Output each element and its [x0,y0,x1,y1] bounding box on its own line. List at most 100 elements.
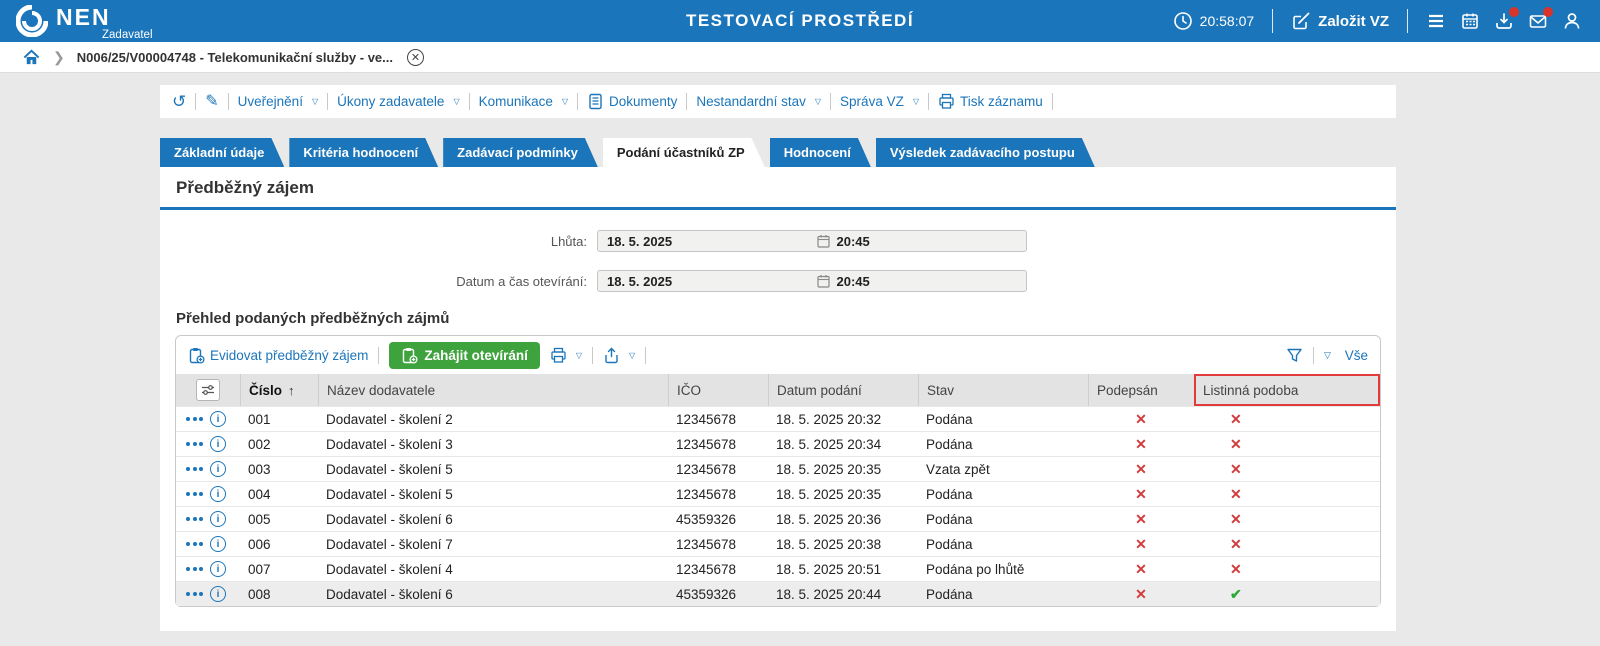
home-icon[interactable] [22,48,41,67]
cell-nazev-dodavatele: Dodavatel - školení 5 [326,461,453,477]
menu-icon[interactable] [1426,11,1446,31]
user-icon[interactable] [1562,11,1582,31]
cell-stav: Podána [926,486,973,502]
tab-vysledek-zadavaciho-postupu[interactable]: Výsledek zadávacího postupu [876,138,1095,167]
tab-kriteria-hodnoceni[interactable]: Kritéria hodnocení [289,138,438,167]
menu-sprava-vz[interactable]: Správa VZ [840,94,919,109]
info-icon[interactable]: i [210,486,226,502]
cell-nazev-dodavatele: Dodavatel - školení 7 [326,536,453,552]
logo-title: NEN [56,3,111,30]
create-vz-button[interactable]: Založit VZ [1291,11,1389,31]
table-row[interactable]: i 001 Dodavatel - školení 2 12345678 18.… [176,406,1380,431]
mail-badge [1543,7,1553,17]
column-header-stav[interactable]: Stav [918,374,1088,406]
info-icon[interactable]: i [210,561,226,577]
column-header-ico[interactable]: IČO [668,374,768,406]
refresh-icon[interactable]: ↺ [172,93,186,110]
menu-nestandardni-stav[interactable]: Nestandardní stav [696,94,821,109]
row-menu-icon[interactable] [186,467,203,471]
cell-ico: 12345678 [676,486,737,502]
otevirani-field[interactable]: 18. 5. 2025 20:45 [597,270,1027,292]
tab-content-panel: Předběžný zájem Lhůta: 18. 5. 2025 20:45… [160,167,1396,631]
cell-podepsan: ✕ [1135,510,1147,527]
create-vz-label: Založit VZ [1318,12,1389,30]
menu-uverejneni[interactable]: Uveřejnění [238,94,318,109]
table-panel: Evidovat předběžný zájem Zahájit otevírá… [175,335,1381,607]
cell-ico: 12345678 [676,436,737,452]
menu-ukony-zadavatele[interactable]: Úkony zadavatele [337,94,459,109]
edit-icon[interactable]: ✎ [205,93,218,110]
row-menu-icon[interactable] [186,517,203,521]
mail-icon[interactable] [1528,7,1553,31]
tab-zadavaci-podminky[interactable]: Zadávací podmínky [443,138,598,167]
cell-listinna-podoba: ✕ [1230,460,1242,477]
column-header-podepsan[interactable]: Podepsán [1088,374,1194,406]
row-menu-icon[interactable] [186,417,203,421]
column-header-cislo[interactable]: Číslo ↑ [240,374,318,406]
table-body: i 001 Dodavatel - školení 2 12345678 18.… [176,406,1380,606]
close-icon[interactable]: ✕ [407,48,424,66]
tab-podani-ucastniku-zp[interactable]: Podání účastníků ZP [603,138,765,167]
filter-all-select[interactable]: ▽ Vše [1324,348,1368,363]
cell-ico: 45359326 [676,511,737,527]
row-menu-icon[interactable] [186,542,203,546]
table-row[interactable]: i 004 Dodavatel - školení 5 12345678 18.… [176,481,1380,506]
cell-listinna-podoba: ✕ [1230,410,1242,427]
table-row[interactable]: i 008 Dodavatel - školení 6 45359326 18.… [176,581,1380,606]
info-icon[interactable]: i [210,436,226,452]
column-header-listinna-podoba[interactable]: Listinná podoba [1194,374,1380,406]
cell-stav: Podána [926,436,973,452]
cell-datum-podani: 18. 5. 2025 20:51 [776,561,882,577]
menu-tisk-zaznamu[interactable]: Tisk záznamu [938,93,1043,110]
top-header-bar: NEN Zadavatel TESTOVACÍ PROSTŘEDÍ 20:58:… [0,0,1600,42]
table-row[interactable]: i 002 Dodavatel - školení 3 12345678 18.… [176,431,1380,456]
oteviranidatum-label: Datum a čas otevírání: [456,273,587,289]
table-row[interactable]: i 003 Dodavatel - školení 5 12345678 18.… [176,456,1380,481]
cell-cislo: 006 [248,536,271,552]
cell-podepsan: ✕ [1135,535,1147,552]
export-button[interactable] [603,347,635,364]
table-section-title: Přehled podaných předběžných zájmů [176,310,450,327]
column-header-datum-podani[interactable]: Datum podání [768,374,918,406]
table-row[interactable]: i 007 Dodavatel - školení 4 12345678 18.… [176,556,1380,581]
column-header-nazev-dodavatele[interactable]: Název dodavatele [318,374,668,406]
info-icon[interactable]: i [210,461,226,477]
column-settings-header[interactable] [176,374,240,406]
otevirani-time-value: 20:45 [836,273,870,289]
menu-dokumenty[interactable]: Dokumenty [587,93,677,110]
downloads-badge [1509,7,1519,17]
cell-ico: 12345678 [676,561,737,577]
divider [830,93,832,110]
row-menu-icon[interactable] [186,492,203,496]
downloads-icon[interactable] [1494,7,1519,31]
table-row[interactable]: i 006 Dodavatel - školení 7 12345678 18.… [176,531,1380,556]
info-icon[interactable]: i [210,586,226,602]
row-menu-icon[interactable] [186,442,203,446]
cell-cislo: 004 [248,486,271,502]
cell-cislo: 001 [248,411,271,427]
divider [1407,9,1408,33]
lhuta-field[interactable]: 18. 5. 2025 20:45 [597,230,1027,252]
cell-stav: Podána [926,586,973,602]
cell-ico: 45359326 [676,586,737,602]
divider [577,93,579,110]
print-table-button[interactable] [550,347,582,364]
menu-komunikace[interactable]: Komunikace [479,94,568,109]
evidovat-button[interactable]: Evidovat předběžný zájem [188,347,368,364]
table-row[interactable]: i 005 Dodavatel - školení 6 45359326 18.… [176,506,1380,531]
info-icon[interactable]: i [210,511,226,527]
zahajit-oteviranii-button[interactable]: Zahájit otevírání [389,341,540,369]
filter-icon[interactable] [1286,347,1303,364]
row-menu-icon[interactable] [186,592,203,596]
info-icon[interactable]: i [210,411,226,427]
clock-icon [1173,11,1193,31]
tab-zakladni-udaje[interactable]: Základní údaje [160,138,284,167]
info-icon[interactable]: i [210,536,226,552]
cell-listinna-podoba: ✔ [1230,585,1242,602]
breadcrumb-item[interactable]: N006/25/V00004748 - Telekomunikační služ… [77,50,393,65]
tab-hodnoceni[interactable]: Hodnocení [770,138,871,167]
row-menu-icon[interactable] [186,567,203,571]
calendar-icon[interactable] [1460,11,1480,31]
nen-logo[interactable]: NEN Zadavatel [0,1,153,42]
table-header: Číslo ↑ Název dodavatele IČO Datum podání… [176,374,1380,406]
